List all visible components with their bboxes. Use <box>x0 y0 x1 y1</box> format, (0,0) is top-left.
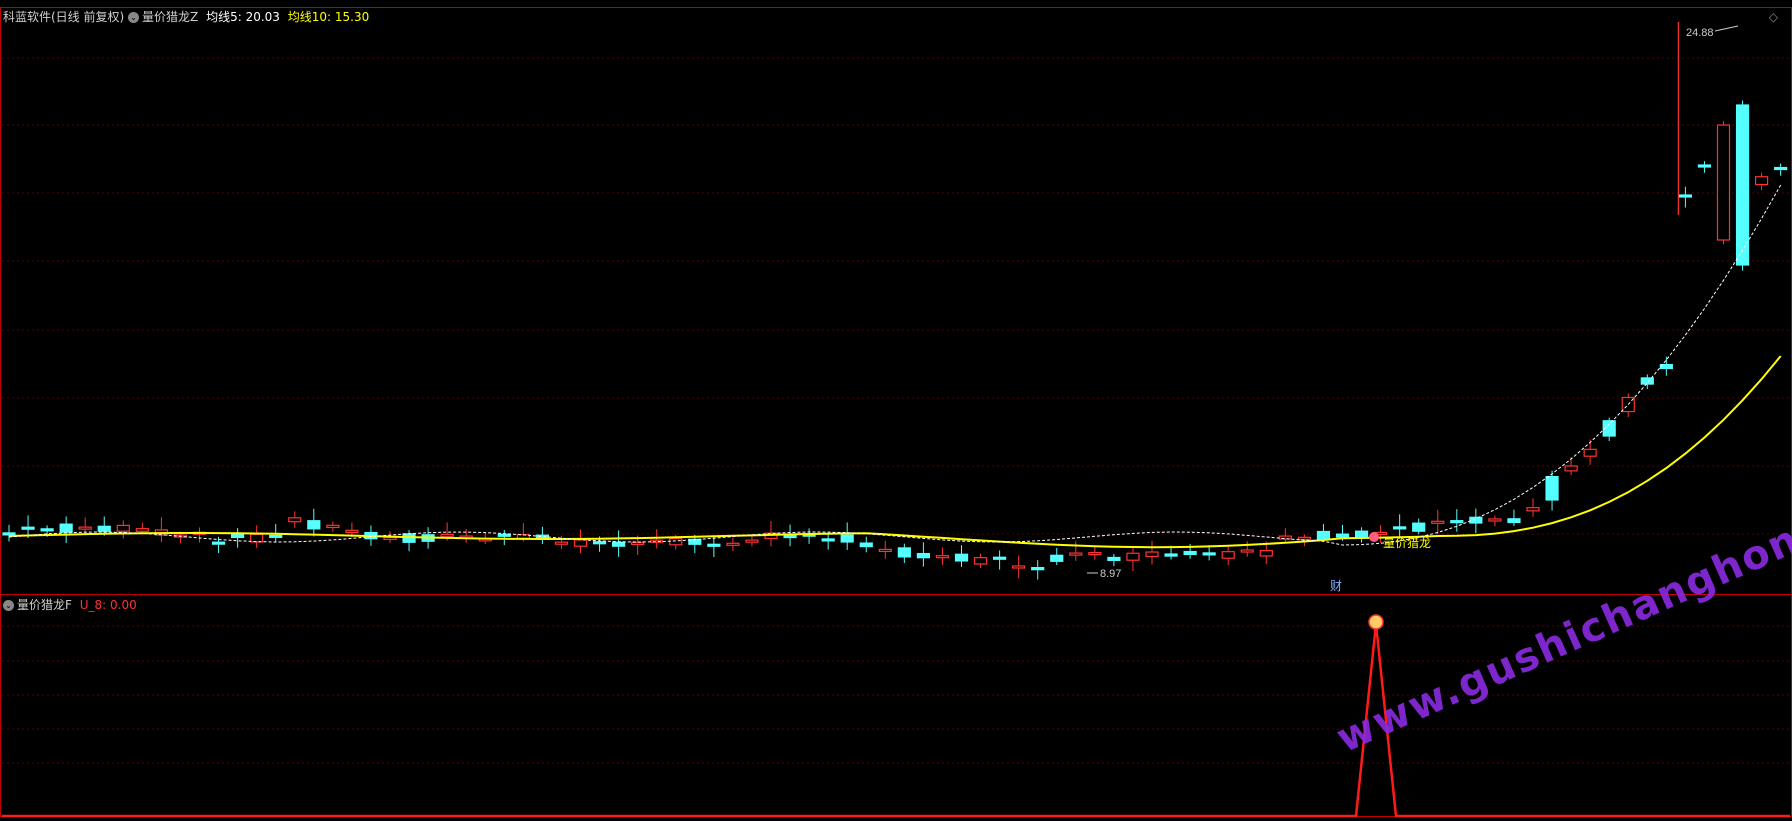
candle-body <box>1050 554 1064 562</box>
candle-body <box>783 534 797 539</box>
candle-body <box>878 548 892 553</box>
candle-body <box>1202 552 1216 556</box>
candle-body <box>497 533 511 537</box>
collapse-circle-icon[interactable]: ⌄ <box>128 12 140 23</box>
low-price-label: 8.97 <box>1100 568 1121 580</box>
candle-body <box>1012 565 1026 569</box>
candle-body <box>1316 530 1331 540</box>
candle-body <box>21 526 35 530</box>
candle-body <box>1431 520 1445 524</box>
candle-body <box>231 533 245 539</box>
candle-body <box>592 541 607 545</box>
top-toolbar-strip: ▔▔▔ ▔▔ ▔▔▔ ▔▔▔ ▔▔▔▔ ▔▔▔ ▔▔ ▔▔▔ ▔▔▔ <box>0 0 1792 6</box>
candle-body <box>1640 377 1654 385</box>
money-bag-icon <box>1368 614 1384 630</box>
candle-body <box>992 556 1007 560</box>
candle-body <box>78 526 92 530</box>
candle-body <box>1354 530 1369 538</box>
candle-body <box>1716 124 1731 241</box>
ma5-line <box>8 184 1782 546</box>
candle-body <box>250 533 264 543</box>
candle-body <box>1069 552 1083 556</box>
collapse-circle-icon[interactable]: ⌄ <box>3 600 14 611</box>
candle-body <box>1221 551 1235 559</box>
candle-body <box>2 532 16 536</box>
ma5-readout: 均线5: 20.03 <box>206 10 280 24</box>
indicator-name[interactable]: 量价猎龙Z <box>142 10 198 24</box>
candle-body <box>1126 552 1140 561</box>
lower-indicator-name[interactable]: 量价猎龙F <box>17 598 72 612</box>
kline-chart[interactable]: 24.88 8.97 量价猎龙财 <box>0 0 1792 821</box>
candle-body <box>1393 526 1407 530</box>
candle-body <box>1412 522 1426 532</box>
ma10-readout: 均线10: 15.30 <box>287 10 370 24</box>
candle-body <box>973 557 988 565</box>
candle-body <box>1545 476 1559 501</box>
lower-panel-border <box>0 594 1792 817</box>
candle-body <box>954 553 969 562</box>
candle-body <box>59 523 73 533</box>
candle-body <box>97 525 111 532</box>
fin-marker: 财 <box>1330 579 1342 593</box>
software-title: 科蓝软件(日线 前复权) <box>3 10 125 24</box>
candle-body <box>1564 465 1578 472</box>
candle-body <box>897 547 911 558</box>
candle-body <box>1697 164 1712 168</box>
candle-body <box>1088 552 1102 556</box>
candle-body <box>326 524 340 529</box>
candle-body <box>821 538 835 542</box>
candle-body <box>611 541 626 547</box>
upper-panel-border <box>0 7 1792 595</box>
candle-body <box>1450 520 1464 524</box>
toolbar-cut-text: ▔▔▔ ▔▔ ▔▔▔ ▔▔▔ ▔▔▔▔ ▔▔▔ ▔▔ ▔▔▔ ▔▔▔ <box>0 0 270 6</box>
candle-body <box>573 539 588 547</box>
candle-body <box>345 529 359 534</box>
candle-body <box>669 538 683 546</box>
candle-body <box>288 517 302 523</box>
candle-body <box>1259 549 1273 557</box>
candle-body <box>1678 194 1693 198</box>
candle-body <box>859 542 873 548</box>
candle-body <box>1297 536 1312 540</box>
candle-body <box>1145 551 1159 558</box>
candle-body <box>269 534 283 538</box>
candle-body <box>1774 166 1788 171</box>
candle-body <box>1183 550 1197 556</box>
candle-body <box>116 524 130 532</box>
candle-body <box>307 520 321 530</box>
lower-panel-header: ⌄ 量价猎龙F U_8: 0.00 <box>3 596 137 613</box>
candle-body <box>650 539 664 543</box>
candle-body <box>1469 516 1483 524</box>
candle-body <box>40 528 54 532</box>
u8-readout: U_8: 0.00 <box>79 598 137 612</box>
candle-body <box>935 555 950 559</box>
candle-body <box>1583 448 1597 457</box>
candle-body <box>745 539 759 543</box>
candle-body <box>1526 507 1540 512</box>
candle-body <box>1754 176 1769 186</box>
candle-body <box>726 542 740 546</box>
signal-dot <box>1369 532 1379 542</box>
candle-body <box>1107 556 1121 562</box>
candle-body <box>211 541 226 545</box>
candle-body <box>1031 567 1045 571</box>
candle-body <box>1488 518 1502 522</box>
candle-body <box>840 534 854 543</box>
high-price-label: 24.88 <box>1686 27 1714 39</box>
high-price-arrow <box>1714 25 1739 32</box>
signal-label: 量价猎龙 <box>1383 536 1431 550</box>
candle-body <box>1240 549 1254 553</box>
candle-body <box>1164 553 1178 557</box>
candle-body <box>1335 533 1350 538</box>
candle-body <box>1735 104 1750 266</box>
candle-body <box>916 552 931 559</box>
candle-body <box>440 533 454 538</box>
upper-panel-header: 科蓝软件(日线 前复权) ⌄ 量价猎龙Z 均线5: 20.03 均线10: 15.… <box>3 8 369 25</box>
candle-body <box>135 528 149 532</box>
diamond-icon[interactable]: ◇ <box>1769 10 1778 24</box>
candle-body <box>554 541 569 545</box>
candle-body <box>631 541 645 545</box>
candle-body <box>1507 518 1521 524</box>
candle-body <box>707 543 721 547</box>
